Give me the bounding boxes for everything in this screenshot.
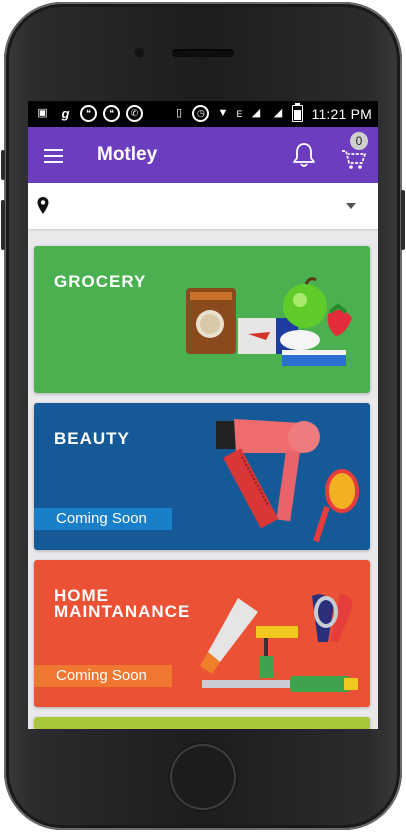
location-selector[interactable] — [28, 183, 378, 229]
home-button[interactable] — [170, 744, 236, 810]
cart-count-badge: 0 — [350, 132, 368, 150]
signal-icon: ◢ — [251, 107, 261, 119]
vibrate-icon: ▯ — [175, 107, 183, 119]
coming-soon-badge: Coming Soon — [34, 508, 172, 530]
location-pin-icon — [37, 197, 49, 214]
battery-icon — [291, 103, 303, 122]
category-card-home-maintanance[interactable]: HOME MAINTANANCE Coming Soon — [34, 560, 370, 707]
hangouts-icon: ❝ — [103, 105, 120, 122]
category-card-grocery[interactable]: GROCERY — [34, 246, 370, 393]
signal-icon: ◢ — [273, 107, 283, 119]
network-type: E — [236, 108, 243, 119]
front-camera — [133, 46, 146, 59]
app-title: Motley — [97, 144, 158, 165]
status-bar: ▣ g ❝ ❝ ✆ ▯ ◷ ▼ E ◢ ◢ 11:21 PM — [28, 101, 378, 127]
power-button — [401, 190, 405, 250]
category-title: MAINTANANCE — [54, 602, 191, 621]
volume-button — [1, 200, 5, 250]
alarm-icon: ◷ — [192, 105, 210, 122]
earpiece-speaker — [172, 49, 234, 57]
volume-button — [1, 150, 5, 180]
grocery-illustration-icon — [186, 277, 352, 366]
app-bar: Motley 0 — [28, 127, 378, 183]
sms-icon: ▣ — [37, 107, 48, 119]
category-card[interactable] — [34, 717, 370, 729]
chevron-down-icon[interactable] — [346, 203, 356, 209]
category-title: BEAUTY — [54, 429, 130, 448]
whatsapp-icon: ✆ — [126, 105, 143, 122]
coming-soon-badge: Coming Soon — [34, 665, 172, 687]
notification-bell-icon[interactable] — [291, 141, 317, 169]
category-title: GROCERY — [54, 272, 147, 291]
wifi-icon: ▼ — [217, 107, 229, 119]
hamburger-menu-icon[interactable] — [44, 149, 63, 163]
status-time: 11:21 PM — [311, 105, 372, 122]
g-icon: g — [61, 106, 70, 121]
screen: ▣ g ❝ ❝ ✆ ▯ ◷ ▼ E ◢ ◢ 11:21 PM Motley 0 … — [28, 101, 378, 729]
tools-illustration-icon — [200, 594, 358, 692]
hangouts-icon: ❝ — [80, 105, 97, 122]
category-card-beauty[interactable]: BEAUTY Coming Soon — [34, 403, 370, 550]
hair-dryer-comb-mirror-icon — [216, 419, 359, 543]
